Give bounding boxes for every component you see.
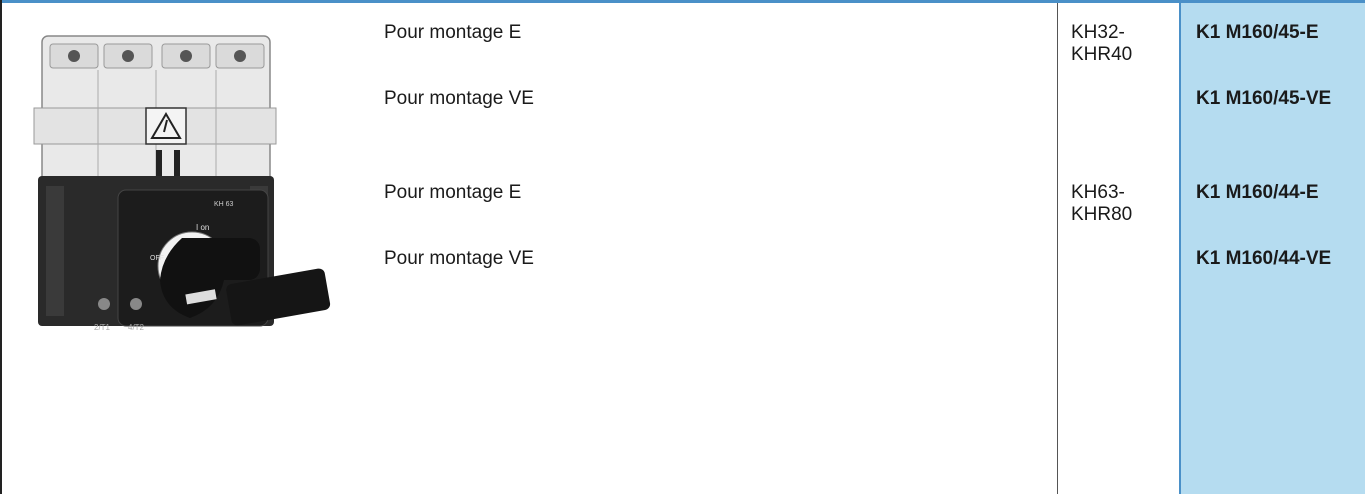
terminal-label-left: 2/T1: [94, 323, 111, 332]
off-label: OFF: [150, 255, 164, 262]
reference-line: KH63-: [1071, 182, 1125, 203]
order-code: K1 M160/44-VE: [1196, 248, 1332, 269]
reference-line: KHR40: [1071, 44, 1133, 65]
product-image: 2/T1 4/T2 I on OFF KH 63: [10, 8, 340, 338]
order-code: K1 M160/45-E: [1196, 22, 1319, 43]
reference-line: KH32-: [1071, 22, 1125, 43]
reference-line: KHR80: [1071, 204, 1133, 225]
column-divider: [1057, 3, 1058, 494]
disconnect-switch-icon: 2/T1 4/T2 I on OFF KH 63: [33, 35, 331, 332]
row-reference: KH32- KHR40: [1071, 22, 1171, 66]
model-label: KH 63: [214, 201, 234, 208]
row-description: Pour montage VE: [384, 88, 534, 109]
row-reference: KH63- KHR80: [1071, 182, 1171, 226]
on-label: I on: [196, 223, 209, 232]
order-code: K1 M160/45-VE: [1196, 88, 1332, 109]
terminal-label-right: 4/T2: [128, 323, 145, 332]
product-table: 2/T1 4/T2 I on OFF KH 63 Pour montage E …: [0, 0, 1365, 494]
order-code: K1 M160/44-E: [1196, 182, 1319, 203]
row-description: Pour montage VE: [384, 248, 534, 269]
row-description: Pour montage E: [384, 22, 522, 43]
table-left-border: [0, 0, 2, 494]
row-description: Pour montage E: [384, 182, 522, 203]
column-divider: [1179, 3, 1181, 494]
table-top-border: [0, 0, 1365, 3]
